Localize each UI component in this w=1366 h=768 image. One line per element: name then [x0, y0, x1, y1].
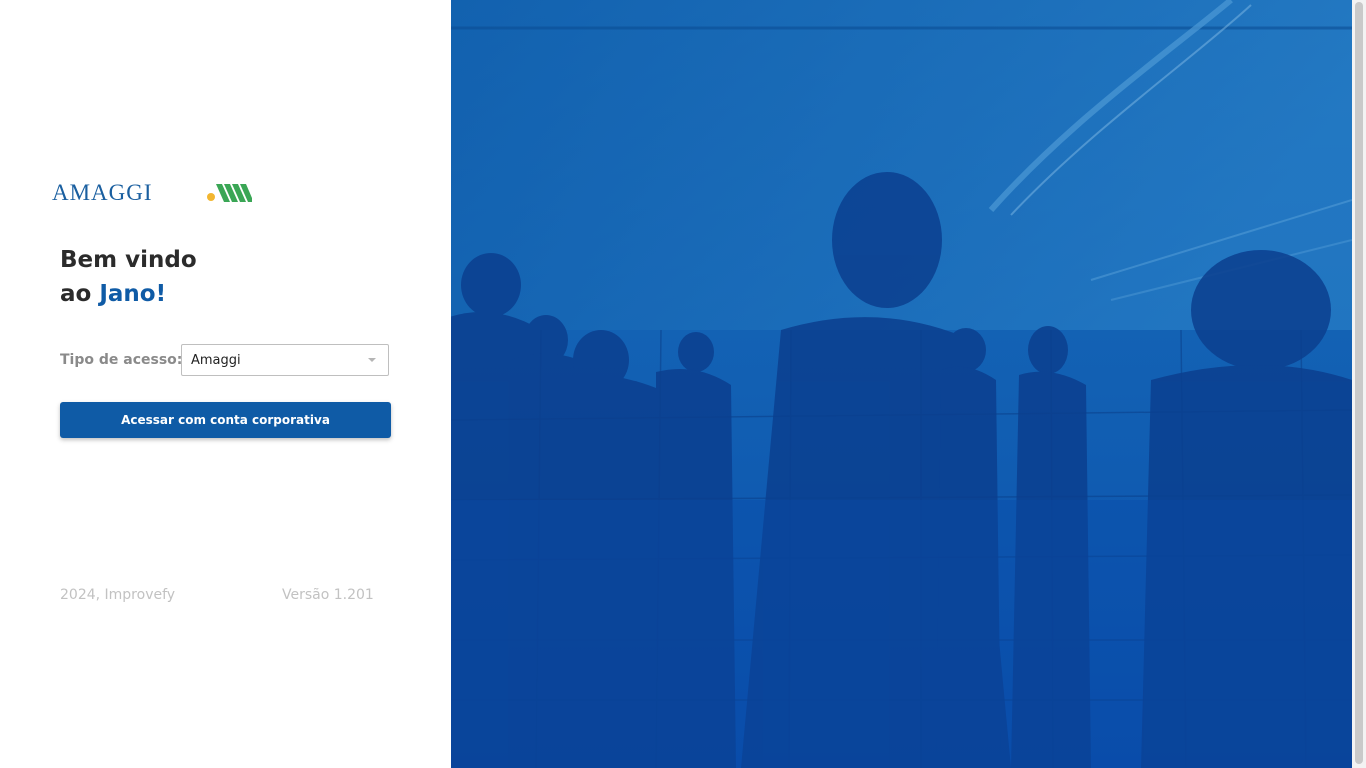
- hero-image: [451, 0, 1352, 768]
- version-text: Versão 1.201: [282, 587, 374, 603]
- welcome-line-2: ao Jano!: [60, 277, 197, 311]
- welcome-title: Bem vindo ao Jano!: [60, 243, 197, 311]
- logo-stripes-icon: [207, 184, 252, 202]
- scrollbar-thumb[interactable]: [1355, 2, 1363, 764]
- logo-wordmark: AMAGGI: [52, 180, 153, 205]
- welcome-line-1: Bem vindo: [60, 247, 197, 273]
- app-name: Jano!: [99, 281, 167, 307]
- corporate-login-button[interactable]: Acessar com conta corporativa: [60, 402, 391, 438]
- login-panel: AMAGGI Bem vindo ao Jano! Tipo de acesso…: [0, 0, 451, 768]
- access-type-label: Tipo de acesso:: [60, 352, 183, 368]
- welcome-prefix: ao: [60, 281, 100, 307]
- amaggi-logo: AMAGGI: [52, 180, 252, 205]
- copyright-text: 2024, Improvefy: [60, 587, 176, 603]
- login-page: AMAGGI Bem vindo ao Jano! Tipo de acesso…: [0, 0, 1366, 768]
- caret-down-icon: [368, 358, 376, 362]
- access-type-select[interactable]: Amaggi: [181, 344, 389, 376]
- business-people-silhouette-image: [451, 0, 1352, 768]
- scrollbar[interactable]: [1352, 0, 1366, 768]
- access-type-value: Amaggi: [191, 353, 241, 368]
